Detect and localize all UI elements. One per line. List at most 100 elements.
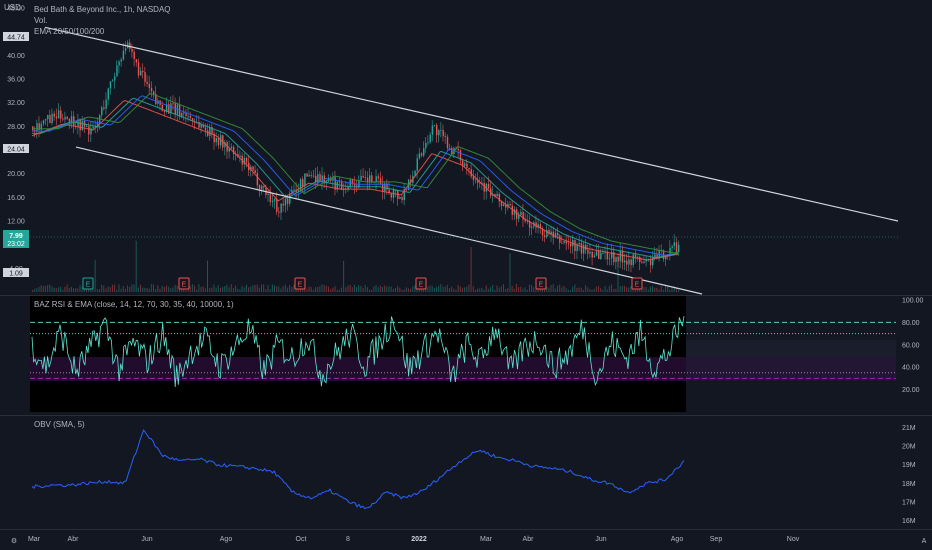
candle (401, 196, 403, 201)
volume-bar (189, 285, 191, 292)
volume-bar (140, 284, 142, 292)
candle (304, 173, 306, 187)
volume-legend[interactable]: Vol. (34, 16, 47, 25)
volume-bar (494, 289, 496, 292)
candle (278, 211, 280, 213)
candle (502, 204, 505, 206)
volume-bar (615, 288, 617, 292)
candle (204, 127, 207, 131)
candle (418, 153, 421, 159)
candle (150, 88, 153, 92)
earnings-marker-label: E (635, 282, 640, 289)
volume-bar (464, 287, 466, 292)
volume-bar (433, 288, 435, 292)
candle (256, 173, 259, 186)
candle (338, 181, 341, 183)
candle (563, 241, 565, 243)
ema-legend[interactable]: EMA 20/50/100/200 (34, 27, 105, 36)
candle (621, 250, 624, 263)
volume-bar (600, 288, 602, 292)
volume-bar (137, 287, 139, 292)
volume-bar (68, 287, 70, 292)
volume-bar (349, 284, 351, 292)
volume-bar (453, 288, 455, 292)
volume-bar (403, 289, 405, 292)
volume-bar (243, 287, 245, 292)
chart-canvas[interactable]: 48.0040.0036.0032.0028.0020.0016.0012.00… (0, 0, 932, 550)
volume-bar (347, 285, 349, 292)
badge-high-text: 44.74 (7, 35, 25, 42)
volume-bar (120, 288, 122, 292)
auto-scale-icon[interactable]: A (922, 538, 927, 545)
volume-bar (660, 285, 662, 292)
candle (276, 199, 278, 212)
volume-bar (554, 288, 556, 292)
volume-bar (423, 289, 425, 292)
candle (390, 193, 393, 198)
obv-legend[interactable]: OBV (SMA, 5) (34, 420, 85, 429)
volume-bar (412, 286, 414, 292)
candle (364, 177, 367, 179)
candle (639, 256, 641, 263)
volume-bar (442, 286, 444, 292)
candle (273, 199, 276, 201)
candle (623, 260, 626, 263)
candle (371, 175, 373, 183)
volume-bar (64, 286, 66, 292)
volume-bar (280, 288, 282, 292)
rsi-projection-lower-zone (686, 357, 896, 381)
volume-bar (623, 285, 625, 292)
candle (127, 42, 129, 49)
volume-bar (336, 289, 338, 292)
volume-bar (44, 285, 46, 292)
candle (420, 153, 423, 156)
volume-bar (302, 289, 304, 292)
volume-bar (276, 286, 278, 292)
volume-bar (338, 289, 340, 292)
volume-bar (382, 287, 384, 292)
volume-bar (127, 285, 129, 292)
candle (608, 258, 611, 260)
volume-bar (308, 286, 310, 292)
rsi-legend[interactable]: BAZ RSI & EMA (close, 14, 12, 70, 30, 35… (34, 300, 234, 309)
volume-bar (207, 260, 209, 292)
symbol-title[interactable]: Bed Bath & Beyond Inc., 1h, NASDAQ (34, 5, 171, 14)
volume-bar (451, 286, 453, 292)
volume-bar (163, 286, 165, 292)
volume-bar (291, 286, 293, 292)
candle (70, 116, 73, 122)
candle (487, 183, 490, 189)
volume-bar (557, 285, 559, 292)
candle (109, 81, 112, 89)
candle (678, 244, 680, 252)
volume-bar (477, 288, 479, 292)
candle (53, 113, 56, 117)
volume-bar (621, 285, 623, 292)
time-tick-label: Mar (480, 536, 493, 543)
volume-bar (77, 288, 79, 292)
volume-bar (656, 287, 658, 292)
candle (438, 130, 440, 136)
volume-bar (613, 289, 615, 292)
volume-bar (472, 286, 474, 292)
earnings-marker-label: E (182, 282, 187, 289)
volume-bar (232, 287, 234, 292)
volume-bar (626, 287, 628, 292)
candle (133, 51, 135, 60)
volume-bar (481, 288, 483, 292)
volume-bar (252, 285, 254, 292)
volume-bar (414, 285, 416, 292)
candle (245, 157, 248, 163)
volume-bar (107, 286, 109, 292)
candle (105, 99, 107, 109)
timezone-icon[interactable]: ⚙ (11, 537, 17, 545)
volume-bar (332, 287, 334, 292)
volume-bar (509, 253, 511, 292)
volume-bar (563, 285, 565, 292)
candle (617, 256, 619, 262)
volume-bar (513, 288, 515, 292)
candle (47, 114, 49, 120)
candle (88, 125, 90, 135)
candle (619, 250, 622, 262)
candle (183, 112, 185, 114)
